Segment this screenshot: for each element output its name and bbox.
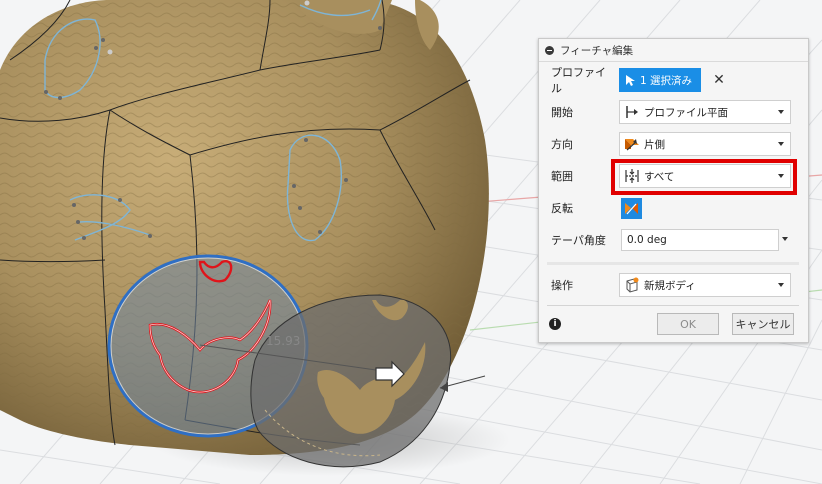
extent-value: すべて [644,170,675,183]
chevron-down-icon[interactable] [778,110,784,114]
extent-dropdown[interactable]: すべて [619,164,791,188]
panel-header[interactable]: フィーチャ編集 [539,39,808,62]
profile-select-button[interactable]: 1 選択済み [619,68,701,92]
row-flip: 反転 [539,193,808,223]
profile-label: プロファイル [551,66,606,95]
row-start: 開始 プロファイル平面 [539,97,808,127]
extent-all-icon [624,168,640,184]
minus-circle-icon[interactable] [545,45,554,55]
panel-title: フィーチャ編集 [560,44,634,57]
extent-label: 範囲 [551,170,573,183]
start-label: 開始 [551,106,573,119]
feature-edit-panel: フィーチャ編集 プロファイル 1 選択済み ✕ 開始 プロファイル平面 方向 片… [538,38,809,343]
profile-plane-icon [624,104,640,120]
chevron-down-icon[interactable] [778,174,784,178]
row-direction: 方向 片側 [539,129,808,159]
section-divider [547,262,799,265]
start-value: プロファイル平面 [644,106,728,119]
cursor-icon [625,74,635,86]
row-operation: 操作 新規ボディ [539,270,808,300]
model-body [0,0,489,468]
footer-divider [547,305,799,306]
operation-dropdown[interactable]: 新規ボディ [619,273,791,297]
flip-button[interactable] [621,198,642,219]
flip-label: 反転 [551,202,573,215]
flip-icon [624,201,639,216]
direction-dropdown[interactable]: 片側 [619,132,791,156]
direction-label: 方向 [551,138,573,151]
start-dropdown[interactable]: プロファイル平面 [619,100,791,124]
direction-value: 片側 [644,138,665,151]
chevron-down-icon[interactable] [782,237,788,241]
info-icon[interactable]: i [549,318,561,330]
operation-label: 操作 [551,279,573,292]
one-side-icon [624,136,640,152]
dimension-label[interactable]: 15.93 [266,334,300,348]
row-profile: プロファイル 1 選択済み ✕ [539,65,808,95]
ok-button[interactable]: OK [657,313,719,335]
row-extent: 範囲 すべて [539,161,808,191]
row-taper: テーパ角度 0.0 deg [539,225,808,255]
profile-value: 1 選択済み [640,74,693,87]
new-body-icon [624,277,640,293]
taper-value: 0.0 deg [627,234,667,246]
chevron-down-icon[interactable] [778,283,784,287]
taper-angle-input[interactable]: 0.0 deg [621,229,779,251]
operation-value: 新規ボディ [644,279,696,292]
close-icon[interactable]: ✕ [711,72,727,88]
chevron-down-icon[interactable] [778,142,784,146]
taper-label: テーパ角度 [551,234,606,247]
cancel-button[interactable]: キャンセル [732,313,794,335]
